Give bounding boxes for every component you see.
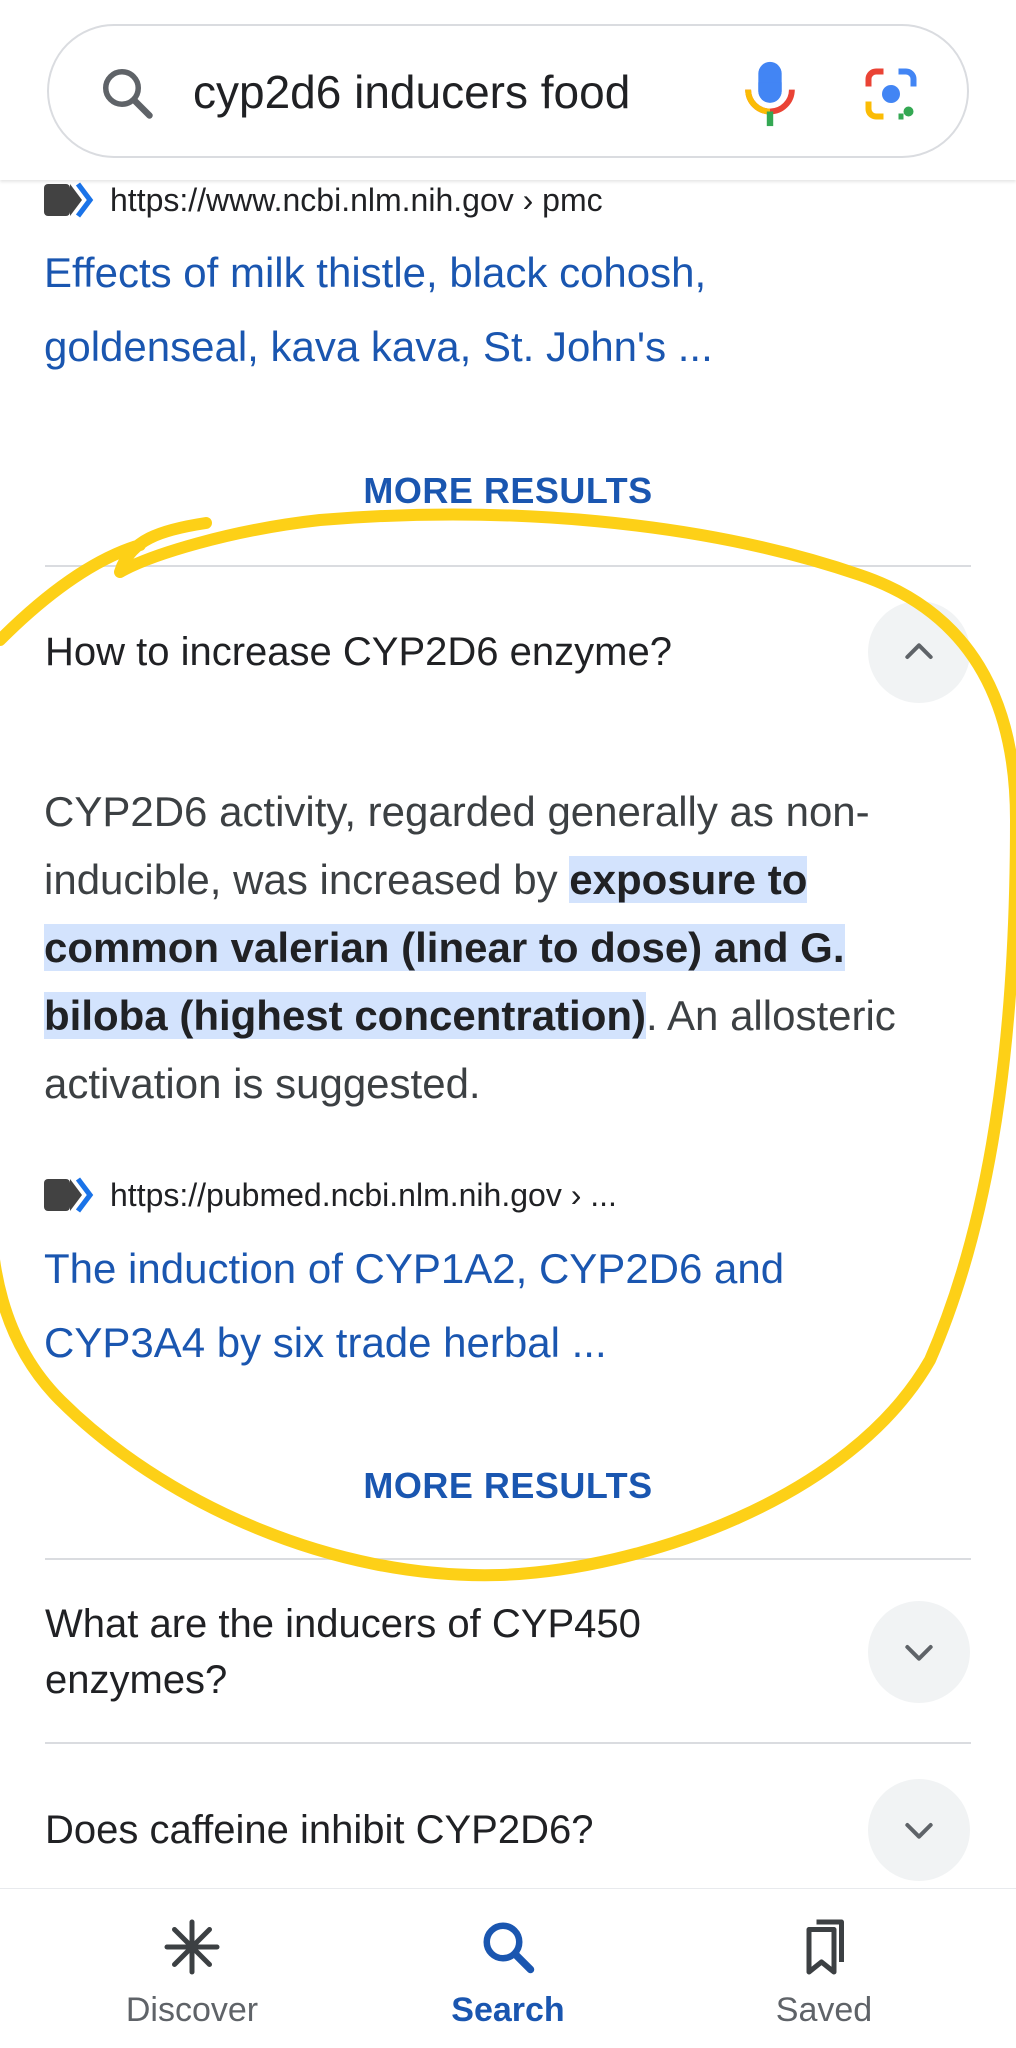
result-title-link[interactable]: Effects of milk thistle, black cohosh, g… [44,236,904,384]
result-source-url: https://www.ncbi.nlm.nih.gov › pmc [110,181,603,218]
search-box[interactable]: cyp2d6 inducers food [47,24,969,158]
question-heading[interactable]: Does caffeine inhibit CYP2D6? [45,1802,825,1858]
answer-source-url: https://pubmed.ncbi.nlm.nih.gov › ... [110,1176,617,1213]
more-results-button[interactable]: MORE RESULTS [0,1465,1016,1507]
expand-button[interactable] [868,1601,970,1703]
camera-lens-icon[interactable] [861,64,921,124]
answer-source-row: https://pubmed.ncbi.nlm.nih.gov › ... [44,1171,617,1219]
collapse-button[interactable] [868,601,970,703]
source-favicon-icon [44,182,94,218]
bookmarks-icon [806,1919,844,1975]
question-heading[interactable]: How to increase CYP2D6 enzyme? [45,624,825,680]
search-icon [483,1922,535,1974]
result-title-line[interactable]: goldenseal, kava kava, St. John's ... [44,310,904,384]
chevron-up-icon [905,643,933,659]
nav-label: Discover [125,1991,259,2029]
nav-label: Saved [775,1991,873,2029]
answer-link-line[interactable]: CYP3A4 by six trade herbal ... [44,1306,904,1380]
nav-item-discover[interactable]: Discover [72,1889,312,2048]
nav-item-search[interactable]: Search [388,1889,628,2048]
asterisk-icon [164,1919,220,1975]
search-input[interactable]: cyp2d6 inducers food [193,62,630,122]
search-header: cyp2d6 inducers food [0,0,1016,180]
result-title-line[interactable]: Effects of milk thistle, black cohosh, [44,236,904,310]
question-heading[interactable]: What are the inducers of CYP450 enzymes? [45,1596,765,1708]
answer-source-link[interactable]: The induction of CYP1A2, CYP2D6 and CYP3… [44,1232,904,1380]
divider [45,1558,971,1560]
answer-link-line[interactable]: The induction of CYP1A2, CYP2D6 and [44,1232,904,1306]
nav-label: Search [451,1991,565,2029]
source-favicon-icon [44,1177,94,1213]
divider [45,1742,971,1744]
result-source-row: https://www.ncbi.nlm.nih.gov › pmc [44,176,603,224]
chevron-down-icon [905,1645,933,1661]
divider [45,565,971,567]
nav-item-saved[interactable]: Saved [704,1889,944,2048]
more-results-button[interactable]: MORE RESULTS [0,470,1016,512]
microphone-icon[interactable] [735,56,805,132]
expand-button[interactable] [868,1779,970,1881]
answer-text: CYP2D6 activity, regarded generally as n… [44,778,974,1118]
bottom-navigation: Discover Search Saved [0,1888,1016,2048]
search-icon[interactable] [97,63,157,123]
chevron-down-icon [905,1823,933,1839]
